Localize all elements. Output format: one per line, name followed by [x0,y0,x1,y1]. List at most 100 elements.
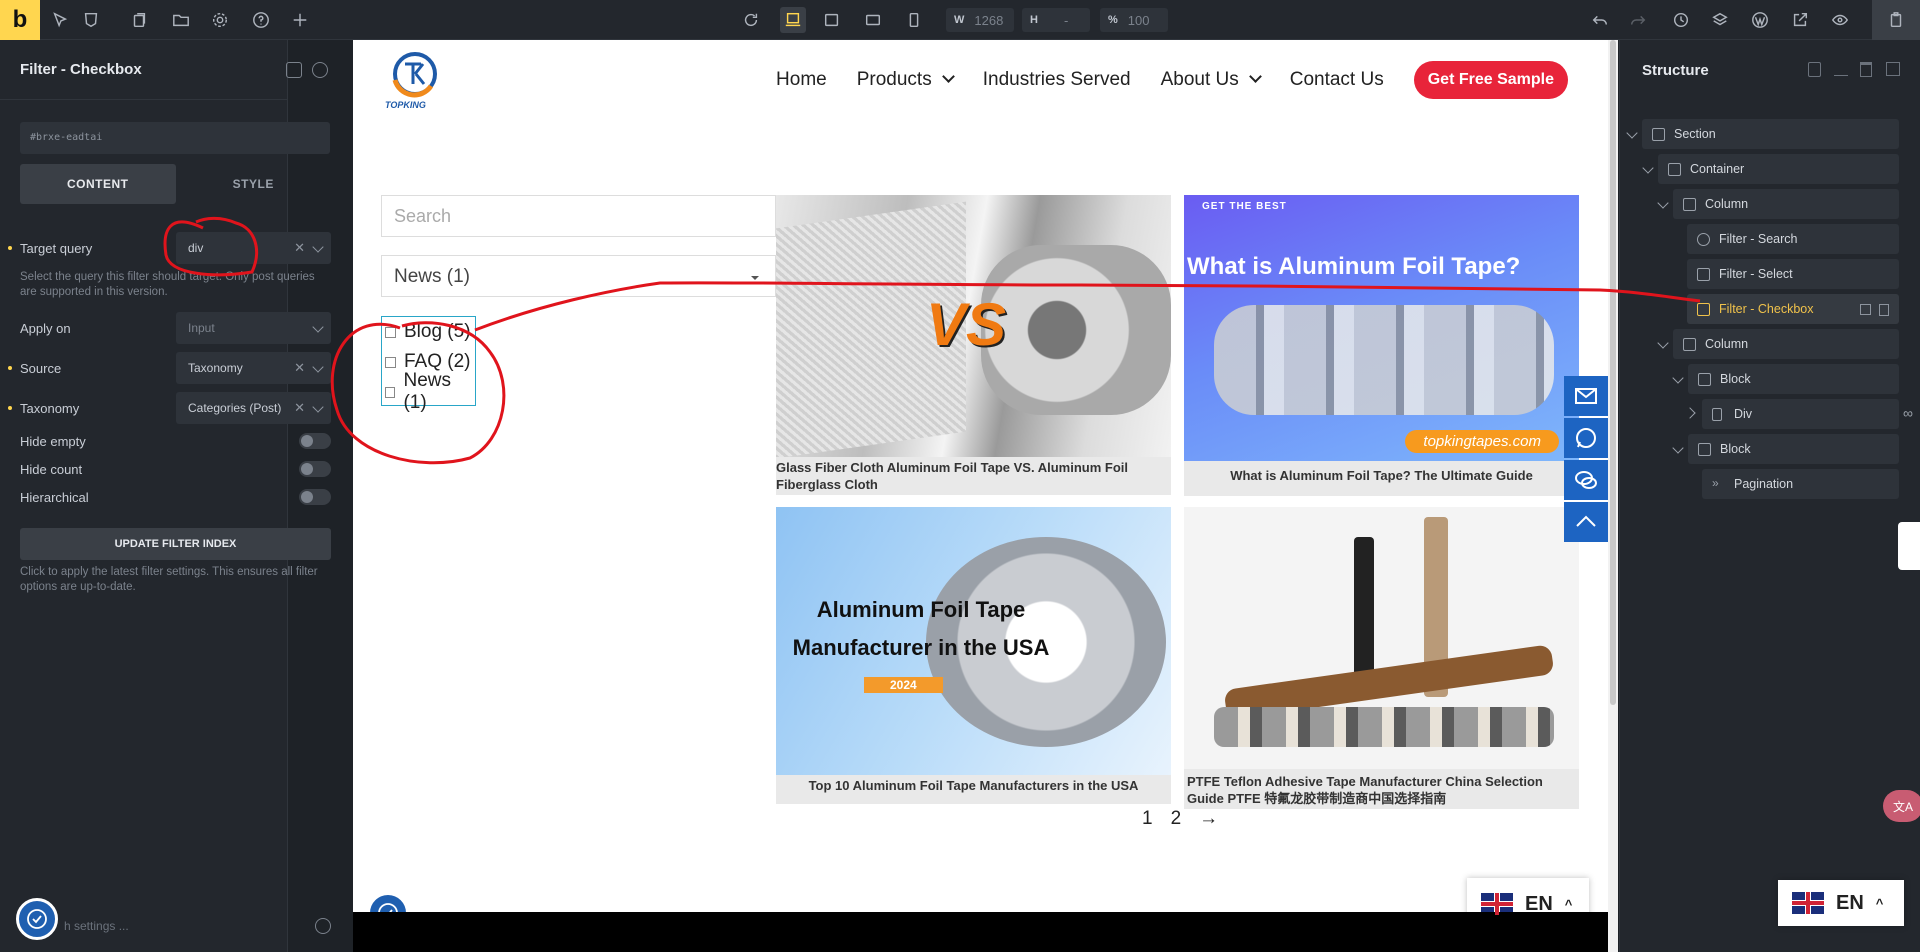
refresh-icon[interactable] [740,9,762,31]
element-id-field[interactable]: #brxe-eadtai [20,122,330,154]
next-page-arrow[interactable]: → [1199,808,1218,830]
post-title[interactable]: Glass Fiber Cloth Aluminum Foil Tape VS.… [776,457,1171,495]
tree-item-block[interactable]: Block [1688,364,1899,394]
post-card[interactable]: Aluminum Foil Tape Manufacturer in the U… [776,507,1171,804]
folder-icon[interactable] [170,9,192,31]
apply-on-select[interactable]: Input [176,312,331,344]
redo-icon[interactable] [1627,9,1649,31]
checkbox-blog[interactable]: Blog (5) [382,317,475,347]
zoom-field[interactable]: % 100 [1100,8,1168,32]
width-field[interactable]: W 1268 [946,8,1014,32]
tree-item-container[interactable]: Container [1658,154,1899,184]
builder-logo[interactable]: b [0,0,40,40]
target-query-select[interactable]: div ✕ [176,232,331,264]
topking-logo[interactable]: TOPKING [385,50,449,110]
pages-icon[interactable] [128,9,150,31]
source-select[interactable]: Taxonomy ✕ [176,352,331,384]
preview-eye-icon[interactable] [1829,9,1851,31]
tablet-landscape-icon[interactable] [821,9,843,31]
settings-gear-icon[interactable] [209,9,231,31]
wordpress-icon[interactable] [1749,9,1771,31]
tree-item-pagination[interactable]: » Pagination [1702,469,1899,499]
external-link-icon[interactable] [1789,9,1811,31]
tree-item-filter-search[interactable]: Filter - Search [1687,224,1899,254]
post-title[interactable]: Top 10 Aluminum Foil Tape Manufacturers … [776,775,1171,804]
checkbox-icon[interactable] [385,386,396,398]
hide-empty-toggle[interactable] [299,433,331,449]
post-card[interactable]: VS Glass Fiber Cloth Aluminum Foil Tape … [776,195,1171,495]
tablet-portrait-icon[interactable] [862,9,884,31]
link-icon[interactable]: ∞ [1903,405,1913,421]
badge-icon[interactable] [312,62,328,78]
update-filter-index-button[interactable]: UPDATE FILTER INDEX [20,528,331,560]
add-element-icon[interactable] [289,9,311,31]
tree-item-filter-checkbox[interactable]: Filter - Checkbox [1687,294,1899,324]
nav-home[interactable]: Home [776,69,827,91]
page-1[interactable]: 1 [1142,808,1153,830]
height-field[interactable]: H- [1022,8,1090,32]
back-to-top-icon[interactable] [1564,502,1608,542]
language-switcher[interactable]: EN ^ [1778,880,1904,926]
modified-dot [8,366,12,370]
tree-label: Container [1690,162,1745,176]
post-title[interactable]: PTFE Teflon Adhesive Tape Manufacturer C… [1184,769,1579,809]
clear-icon[interactable]: ✕ [294,400,305,416]
uk-flag-icon [1792,892,1824,914]
clear-icon[interactable]: ✕ [294,360,305,376]
cursor-icon[interactable] [49,9,71,31]
page-2[interactable]: 2 [1171,808,1182,830]
nav-about[interactable]: About Us [1161,69,1262,91]
clear-icon[interactable]: ✕ [294,240,305,256]
clipboard-icon[interactable] [1808,62,1821,77]
save-icon[interactable] [1872,0,1920,40]
target-query-value: div [188,241,204,255]
tab-style[interactable]: STYLE [176,164,332,204]
tree-item-filter-select[interactable]: Filter - Select [1687,259,1899,289]
tree-item-column[interactable]: Column [1673,329,1899,359]
checkbox-icon[interactable] [385,326,396,338]
filter-select[interactable]: News (1) [381,255,776,297]
download-icon[interactable] [1834,62,1848,76]
shield-icon[interactable] [80,9,102,31]
whatsapp-icon[interactable] [1564,418,1608,458]
tab-content[interactable]: CONTENT [20,164,176,204]
tree-item-div[interactable]: Div [1702,399,1899,429]
taxonomy-select[interactable]: Categories (Post) ✕ [176,392,331,424]
canvas-scrollbar-thumb[interactable] [1610,40,1616,705]
trash-icon[interactable] [1860,62,1872,77]
nav-products[interactable]: Products [857,69,955,91]
hide-count-toggle[interactable] [299,461,331,477]
translate-icon[interactable]: 文A [1883,790,1920,822]
filter-search-input[interactable]: Search [381,195,776,237]
tree-item-section[interactable]: Section [1642,119,1899,149]
settings-icon[interactable] [315,918,331,934]
wechat-icon[interactable] [1564,460,1608,500]
apply-on-value: Input [188,321,215,335]
layers-icon[interactable] [1709,9,1731,31]
post-card[interactable]: PTFE Teflon Adhesive Tape Manufacturer C… [1184,507,1579,809]
email-icon[interactable] [1564,376,1608,416]
duplicate-icon[interactable] [1860,304,1871,315]
get-free-sample-button[interactable]: Get Free Sample [1413,61,1568,99]
expand-icon[interactable] [1886,62,1900,76]
accessibility-icon[interactable] [16,898,58,940]
tree-item-block[interactable]: Block [1688,434,1899,464]
panel-edge-handle[interactable] [1898,522,1920,570]
checkbox-icon[interactable] [385,356,396,368]
hierarchical-toggle[interactable] [299,489,331,505]
post-card[interactable]: GET THE BEST What is Aluminum Foil Tape?… [1184,195,1579,496]
undo-icon[interactable] [1589,9,1611,31]
help-icon[interactable] [250,9,272,31]
nav-contact[interactable]: Contact Us [1290,69,1384,91]
desktop-breakpoint-icon[interactable] [780,7,806,33]
history-icon[interactable] [1670,9,1692,31]
nav-industries[interactable]: Industries Served [983,69,1131,91]
search-settings-input[interactable]: h settings ... [20,910,331,942]
checkbox-news[interactable]: News (1) [382,370,475,413]
delete-icon[interactable] [1879,304,1889,316]
template-icon[interactable] [286,62,302,78]
modified-dot [8,406,12,410]
post-title[interactable]: What is Aluminum Foil Tape? The Ultimate… [1184,461,1579,496]
mobile-icon[interactable] [903,9,925,31]
tree-item-column[interactable]: Column [1673,189,1899,219]
